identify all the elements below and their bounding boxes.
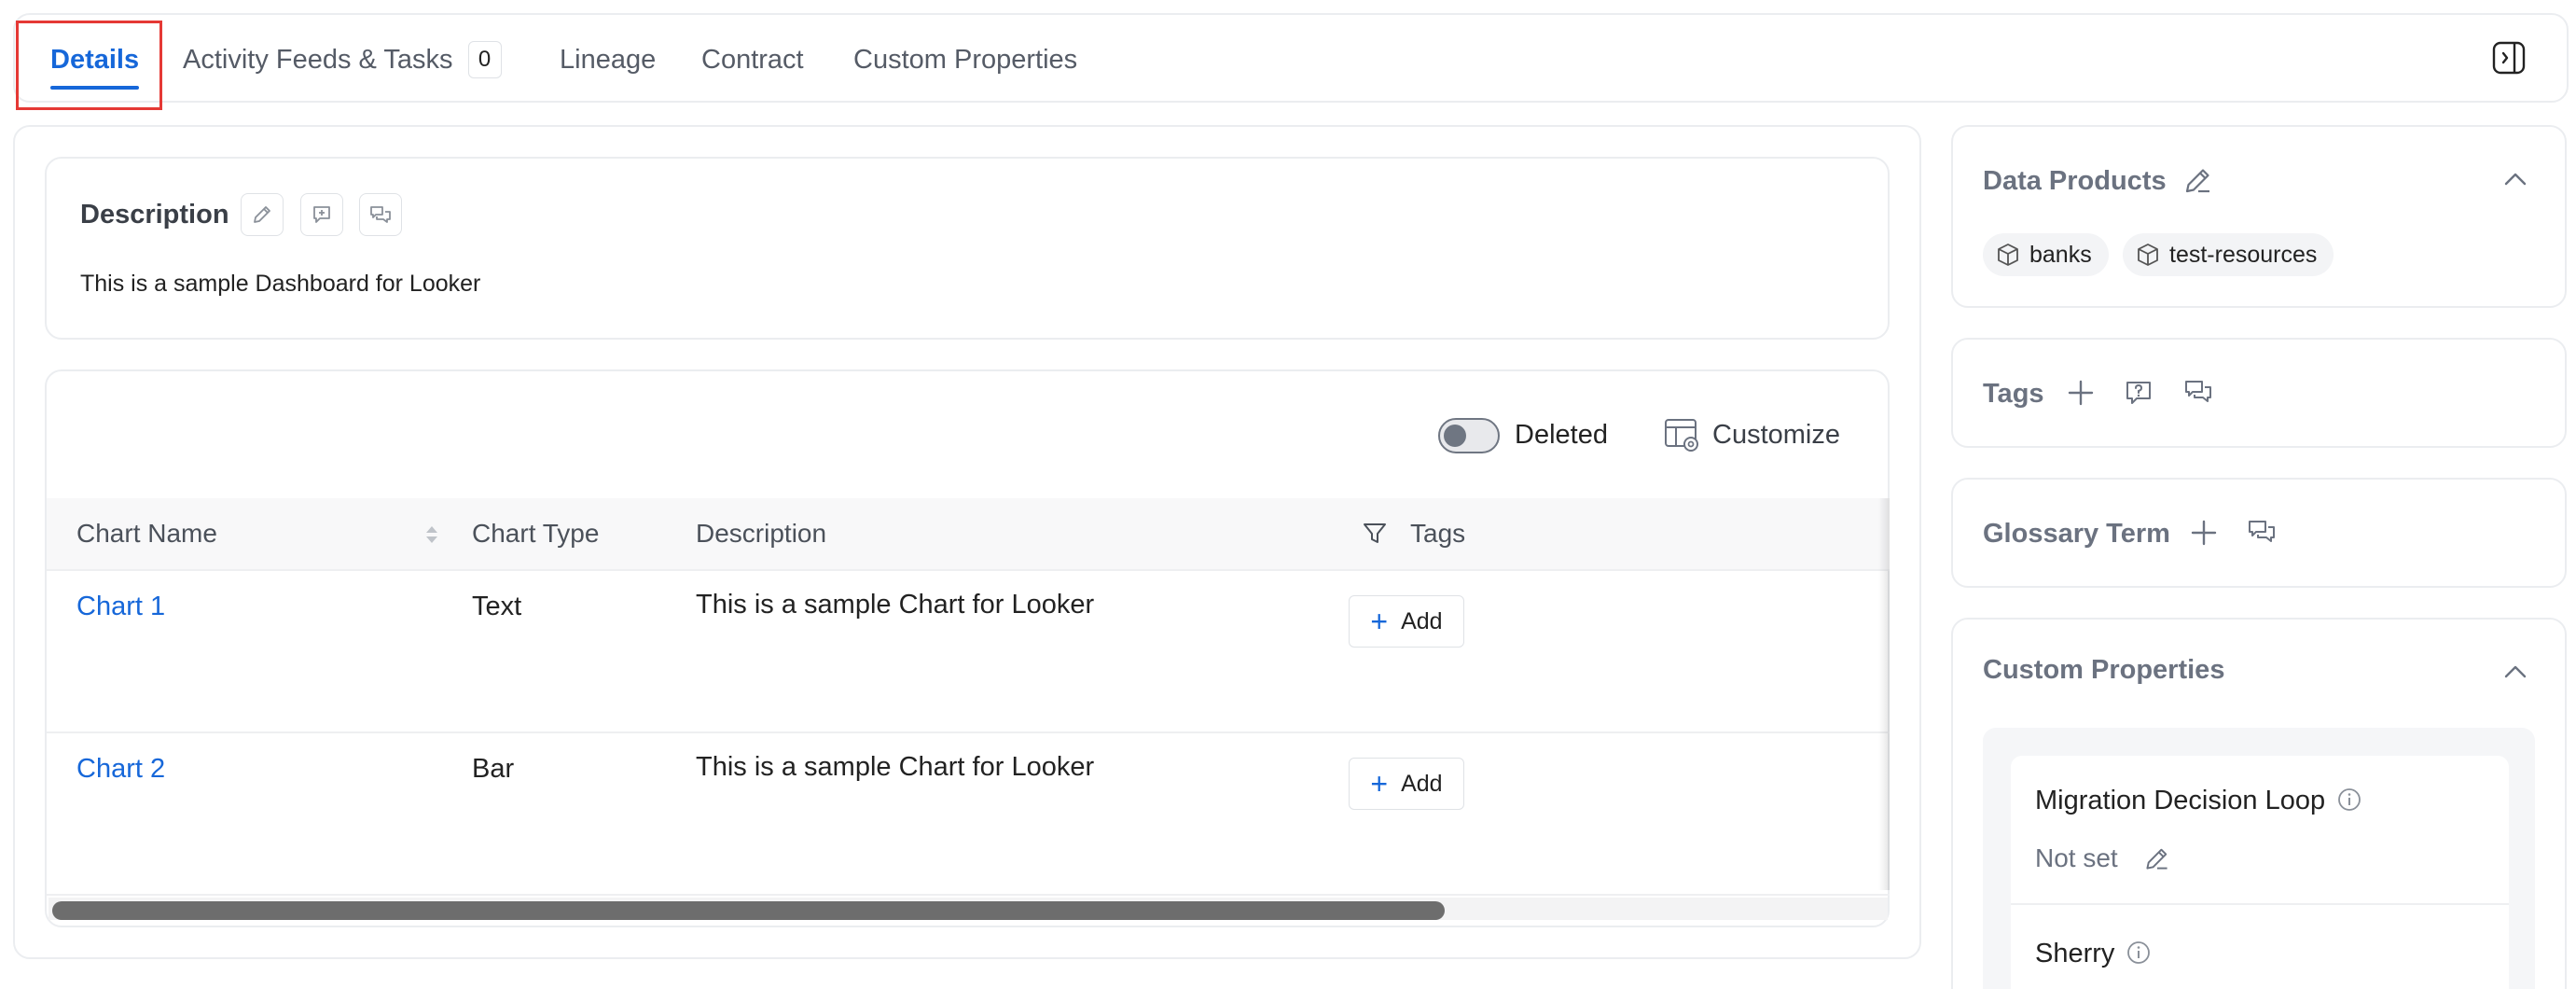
table-header <box>47 498 1890 571</box>
cube-icon <box>1998 244 2018 266</box>
chart-type-cell: Bar <box>472 754 515 784</box>
activity-count-badge: 0 <box>467 41 502 78</box>
customize-button[interactable]: Customize <box>1712 420 1840 451</box>
add-tag-label: Add <box>1401 770 1443 797</box>
description-conversation-button[interactable] <box>359 193 402 236</box>
chevron-up-icon[interactable] <box>2500 657 2531 689</box>
chart-name-link[interactable]: Chart 2 <box>76 754 165 785</box>
sort-icon[interactable] <box>423 521 440 549</box>
request-description-button[interactable] <box>300 193 343 236</box>
data-product-name: banks <box>2029 241 2092 268</box>
column-header-chart-name[interactable]: Chart Name <box>76 519 217 549</box>
tab-custom-properties-label: Custom Properties <box>853 44 1078 75</box>
add-tag-icon[interactable] <box>2065 377 2097 409</box>
conversation-icon[interactable] <box>2182 377 2214 409</box>
plus-icon: + <box>1370 605 1389 638</box>
tab-activity-label: Activity Feeds & Tasks <box>183 44 453 75</box>
highlight-box <box>16 21 162 110</box>
custom-property-name: Sherry <box>2035 939 2152 969</box>
tab-activity-feeds[interactable]: Activity Feeds & Tasks 0 <box>183 15 502 104</box>
custom-property-value: Not set <box>2035 843 2171 873</box>
tab-lineage[interactable]: Lineage <box>560 15 656 104</box>
description-card <box>45 157 1890 340</box>
add-glossary-term-icon[interactable] <box>2188 517 2220 549</box>
chart-description-cell: This is a sample Chart for Looker <box>696 590 1095 620</box>
table-row: Chart 1 Text This is a sample Chart for … <box>47 571 1890 733</box>
add-tag-button[interactable]: + Add <box>1349 595 1464 648</box>
edit-data-products-button[interactable] <box>2182 164 2214 196</box>
request-tags-icon[interactable] <box>2123 377 2154 409</box>
column-header-description: Description <box>696 519 827 548</box>
description-title: Description <box>80 200 229 230</box>
filter-icon[interactable] <box>1362 521 1388 547</box>
column-header-chart-type: Chart Type <box>472 519 600 548</box>
deleted-label: Deleted <box>1515 420 1608 450</box>
data-product-name: test-resources <box>2169 241 2318 268</box>
glossary-term-title: Glossary Term <box>1983 519 2170 549</box>
add-tag-button[interactable]: + Add <box>1349 758 1464 810</box>
chart-description-cell: This is a sample Chart for Looker <box>696 752 1095 782</box>
data-product-chip[interactable]: test-resources <box>2123 233 2334 276</box>
conversation-icon <box>370 206 391 223</box>
custom-property-value-text: Not set <box>2035 843 2118 872</box>
tab-bar: Details Activity Feeds & Tasks 0 Lineage… <box>13 13 2569 103</box>
custom-property-name-text: Migration Decision Loop <box>2035 786 2326 815</box>
customize-icon[interactable] <box>1664 416 1701 453</box>
tab-custom-properties[interactable]: Custom Properties <box>853 15 1077 104</box>
info-icon <box>2127 941 2151 964</box>
data-products-title: Data Products <box>1983 166 2167 196</box>
divider <box>2011 903 2509 905</box>
panel-toggle-icon[interactable] <box>2492 41 2526 75</box>
pencil-icon <box>2146 848 2168 870</box>
request-icon <box>313 206 330 223</box>
deleted-toggle[interactable] <box>1438 418 1500 453</box>
chart-name-link[interactable]: Chart 1 <box>76 592 165 622</box>
chart-type-cell: Text <box>472 592 522 621</box>
toggle-knob <box>1444 425 1466 447</box>
pencil-icon <box>254 206 270 223</box>
add-tag-label: Add <box>1401 607 1443 634</box>
tab-contract-label: Contract <box>701 44 804 75</box>
description-text: This is a sample Dashboard for Looker <box>80 271 481 297</box>
data-product-chip[interactable]: banks <box>1983 233 2109 276</box>
column-header-tags: Tags <box>1410 519 1466 548</box>
conversation-icon[interactable] <box>2246 517 2278 549</box>
table-row: Chart 2 Bar This is a sample Chart for L… <box>47 733 1890 896</box>
tab-contract[interactable]: Contract <box>701 15 804 104</box>
custom-property-name: Migration Decision Loop <box>2035 786 2362 816</box>
table-scroll-shadow <box>1878 498 1890 890</box>
edit-description-button[interactable] <box>241 193 284 236</box>
info-icon <box>2338 788 2361 811</box>
chevron-up-icon[interactable] <box>2500 164 2531 196</box>
custom-property-name-text: Sherry <box>2035 939 2115 968</box>
plus-icon: + <box>1370 767 1389 801</box>
tab-lineage-label: Lineage <box>560 44 657 75</box>
horizontal-scrollbar-thumb[interactable] <box>52 901 1445 920</box>
pencil-icon <box>2185 169 2209 193</box>
cube-icon <box>2138 244 2158 266</box>
tags-title: Tags <box>1983 379 2044 409</box>
custom-properties-title: Custom Properties <box>1983 655 2225 685</box>
data-products-card <box>1951 125 2567 308</box>
